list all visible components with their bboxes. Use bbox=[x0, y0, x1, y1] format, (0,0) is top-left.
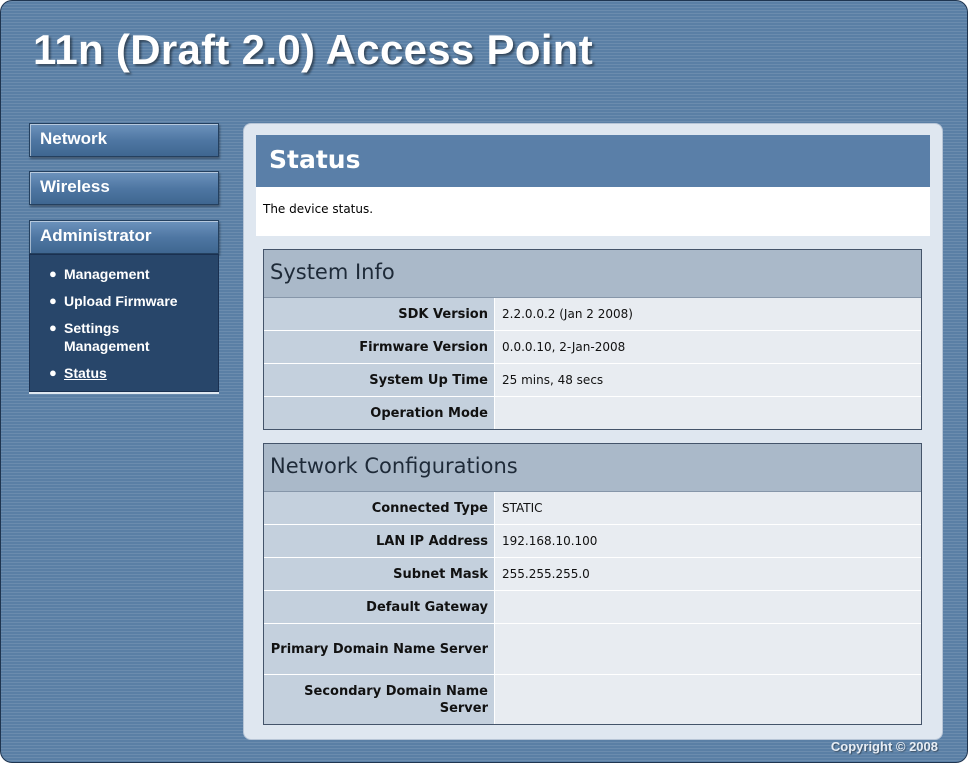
sidebar-item-label: Wireless bbox=[40, 177, 110, 196]
submenu-item-status[interactable]: ● Status bbox=[30, 364, 218, 382]
table-row: System Up Time 25 mins, 48 secs bbox=[264, 363, 921, 396]
row-label: Secondary Domain Name Server bbox=[264, 675, 494, 724]
table-row: LAN IP Address 192.168.10.100 bbox=[264, 524, 921, 557]
row-label: Firmware Version bbox=[264, 331, 494, 363]
table-row: Subnet Mask 255.255.255.0 bbox=[264, 557, 921, 590]
network-config-rows: Connected Type STATIC LAN IP Address 192… bbox=[264, 492, 921, 724]
page-description: The device status. bbox=[256, 187, 930, 236]
network-config-title: Network Configurations bbox=[264, 444, 921, 492]
row-value bbox=[494, 675, 921, 724]
row-label: Primary Domain Name Server bbox=[264, 624, 494, 674]
row-value: 255.255.255.0 bbox=[494, 558, 921, 590]
page-title: Status bbox=[256, 135, 930, 187]
row-label: Subnet Mask bbox=[264, 558, 494, 590]
sidebar-item-label: Network bbox=[40, 129, 108, 148]
sidebar-item-network[interactable]: Network bbox=[29, 123, 219, 157]
row-label: SDK Version bbox=[264, 298, 494, 330]
submenu-item-label: Upload Firmware bbox=[64, 293, 178, 309]
row-value: 25 mins, 48 secs bbox=[494, 364, 921, 396]
administrator-submenu: ● Management ● Upload Firmware ● Setting… bbox=[29, 254, 219, 392]
row-value: 192.168.10.100 bbox=[494, 525, 921, 557]
bullet-icon: ● bbox=[49, 365, 57, 380]
submenu-item-label: Management bbox=[64, 266, 150, 282]
row-value bbox=[494, 591, 921, 623]
system-info-rows: SDK Version 2.2.0.0.2 (Jan 2 2008) Firmw… bbox=[264, 298, 921, 429]
bullet-icon: ● bbox=[49, 320, 57, 335]
row-value bbox=[494, 397, 921, 429]
submenu-item-management[interactable]: ● Management bbox=[30, 265, 218, 283]
table-row: Firmware Version 0.0.0.10, 2-Jan-2008 bbox=[264, 330, 921, 363]
submenu-item-settings-management[interactable]: ● Settings Management bbox=[30, 319, 174, 355]
table-row: Secondary Domain Name Server bbox=[264, 674, 921, 724]
sidebar-item-administrator[interactable]: Administrator bbox=[29, 220, 219, 254]
table-row: Default Gateway bbox=[264, 590, 921, 623]
system-info-table: System Info SDK Version 2.2.0.0.2 (Jan 2… bbox=[263, 249, 922, 430]
table-row: Connected Type STATIC bbox=[264, 492, 921, 524]
submenu-item-label: Settings Management bbox=[64, 320, 150, 354]
bullet-icon: ● bbox=[49, 266, 57, 281]
system-info-title: System Info bbox=[264, 250, 921, 298]
row-label: LAN IP Address bbox=[264, 525, 494, 557]
submenu-item-label: Status bbox=[64, 365, 107, 381]
sidebar-item-wireless[interactable]: Wireless bbox=[29, 171, 219, 205]
submenu-item-upload-firmware[interactable]: ● Upload Firmware bbox=[30, 292, 218, 310]
table-row: Operation Mode bbox=[264, 396, 921, 429]
table-row: SDK Version 2.2.0.0.2 (Jan 2 2008) bbox=[264, 298, 921, 330]
row-label: Operation Mode bbox=[264, 397, 494, 429]
row-value bbox=[494, 624, 921, 674]
sidebar-item-label: Administrator bbox=[40, 226, 152, 245]
row-value: 0.0.0.10, 2-Jan-2008 bbox=[494, 331, 921, 363]
footer-copyright: Copyright © 2008 bbox=[830, 739, 938, 754]
row-label: System Up Time bbox=[264, 364, 494, 396]
row-value: STATIC bbox=[494, 492, 921, 524]
table-row: Primary Domain Name Server bbox=[264, 623, 921, 674]
bullet-icon: ● bbox=[49, 293, 57, 308]
network-config-table: Network Configurations Connected Type ST… bbox=[263, 443, 922, 725]
row-label: Default Gateway bbox=[264, 591, 494, 623]
row-label: Connected Type bbox=[264, 492, 494, 524]
row-value: 2.2.0.0.2 (Jan 2 2008) bbox=[494, 298, 921, 330]
app-title: 11n (Draft 2.0) Access Point bbox=[33, 26, 594, 73]
